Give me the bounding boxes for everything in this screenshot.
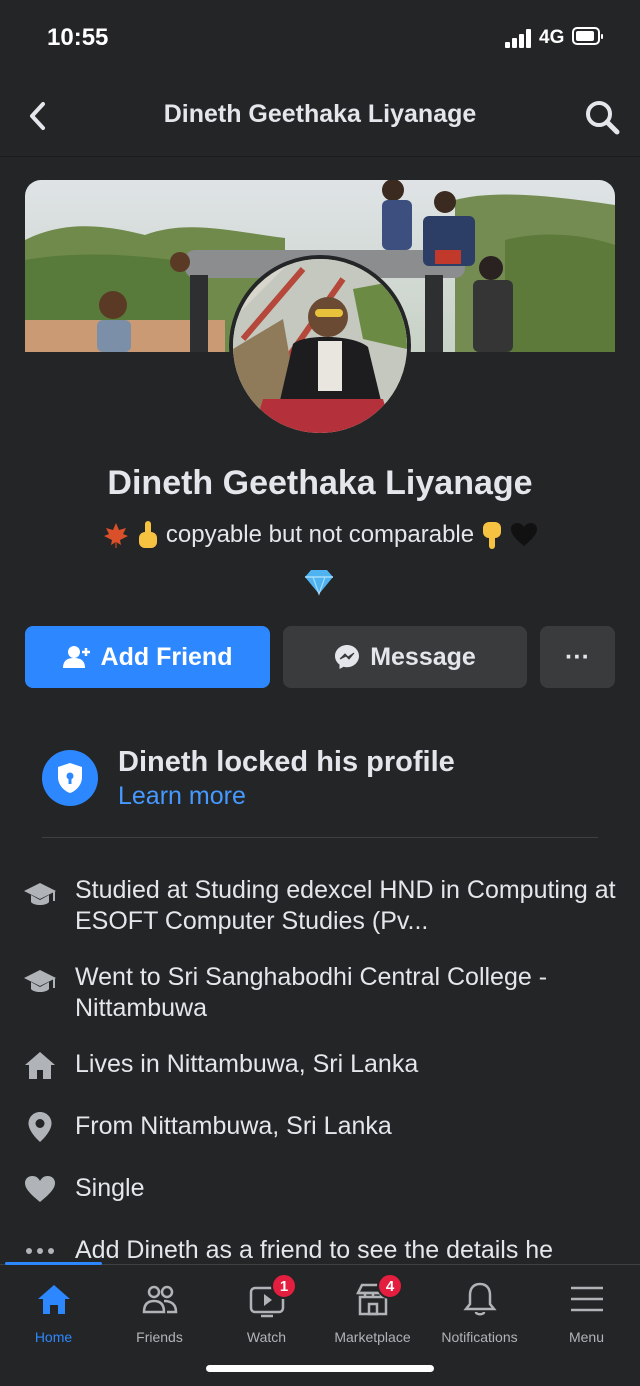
locked-profile-notice: Dineth locked his profile Learn more bbox=[42, 740, 602, 830]
graduation-cap-icon bbox=[22, 877, 58, 913]
info-prefix: From bbox=[75, 1112, 141, 1140]
tab-notifications[interactable]: Notifications bbox=[426, 1265, 533, 1355]
tab-label: Marketplace bbox=[334, 1329, 411, 1345]
search-icon bbox=[586, 101, 620, 135]
profile-bio: copyable but not comparable bbox=[0, 520, 640, 550]
info-value[interactable]: Nittambuwa, Sri Lanka bbox=[140, 1112, 392, 1140]
status-bar: 10:55 4G bbox=[0, 0, 640, 78]
more-options-label: ··· bbox=[565, 642, 590, 671]
heart-icon bbox=[22, 1171, 58, 1207]
top-navigation-bar: Dineth Geethaka Liyanage bbox=[0, 78, 640, 157]
info-item-from: From Nittambuwa, Sri Lanka bbox=[0, 1111, 640, 1142]
info-item-went-to: Went to Sri Sanghabodhi Central College … bbox=[0, 962, 640, 1024]
profile-avatar[interactable] bbox=[229, 255, 411, 437]
black-heart-emoji-icon bbox=[510, 522, 538, 548]
tab-label: Menu bbox=[568, 1329, 605, 1345]
watch-badge: 1 bbox=[271, 1273, 297, 1299]
divider bbox=[42, 837, 598, 838]
tab-label: Notifications bbox=[441, 1329, 518, 1345]
page-title: Dineth Geethaka Liyanage bbox=[163, 100, 477, 128]
search-button[interactable] bbox=[583, 98, 621, 136]
message-button[interactable]: Message bbox=[283, 626, 527, 688]
info-prefix: Went to bbox=[75, 963, 168, 991]
maple-leaf-emoji-icon bbox=[102, 521, 130, 549]
messenger-icon bbox=[335, 645, 360, 669]
tab-friends[interactable]: Friends bbox=[106, 1265, 213, 1355]
house-icon bbox=[22, 1047, 58, 1083]
learn-more-link[interactable]: Learn more bbox=[118, 782, 246, 811]
tab-watch[interactable]: 1 Watch bbox=[213, 1265, 320, 1355]
pointing-down-hand-emoji-icon bbox=[480, 520, 504, 550]
location-pin-icon bbox=[22, 1109, 58, 1145]
profile-name: Dineth Geethaka Liyanage bbox=[107, 464, 533, 502]
info-prefix: Studied at bbox=[75, 876, 195, 904]
info-value: Add Dineth as a friend to see the detail… bbox=[75, 1236, 554, 1264]
home-icon bbox=[37, 1285, 70, 1314]
network-type: 4G bbox=[539, 27, 565, 48]
more-options-button[interactable]: ··· bbox=[540, 626, 615, 688]
add-friend-icon bbox=[62, 646, 90, 668]
home-indicator[interactable] bbox=[206, 1365, 434, 1372]
status-time: 10:55 bbox=[47, 24, 109, 51]
info-value[interactable]: Nittambuwa, Sri Lanka bbox=[167, 1050, 419, 1078]
tab-home[interactable]: Home bbox=[0, 1265, 107, 1355]
add-friend-button[interactable]: Add Friend bbox=[25, 626, 270, 688]
message-label: Message bbox=[370, 642, 476, 671]
add-friend-label: Add Friend bbox=[100, 642, 233, 671]
marketplace-badge: 4 bbox=[377, 1273, 403, 1299]
tab-marketplace[interactable]: 4 Marketplace bbox=[319, 1265, 426, 1355]
signal-strength-icon bbox=[505, 28, 535, 48]
bell-icon bbox=[462, 1282, 497, 1316]
tab-label: Home bbox=[34, 1329, 73, 1345]
info-prefix: Lives in bbox=[75, 1050, 167, 1078]
pointing-up-hand-emoji-icon bbox=[136, 520, 160, 550]
graduation-cap-icon bbox=[22, 964, 58, 1000]
menu-icon bbox=[570, 1286, 603, 1312]
gem-emoji-icon bbox=[303, 568, 335, 596]
info-item-studied: Studied at Studing edexcel HND in Comput… bbox=[0, 875, 640, 937]
friends-icon bbox=[142, 1285, 177, 1314]
tab-menu[interactable]: Menu bbox=[533, 1265, 640, 1355]
battery-icon bbox=[572, 27, 603, 45]
tab-label: Watch bbox=[246, 1329, 287, 1345]
info-item-lives-in: Lives in Nittambuwa, Sri Lanka bbox=[0, 1049, 640, 1080]
bio-text: copyable but not comparable bbox=[165, 521, 475, 548]
info-value: Single bbox=[75, 1174, 145, 1202]
locked-shield-icon bbox=[42, 750, 98, 806]
info-item-relationship: Single bbox=[0, 1173, 640, 1204]
tab-label: Friends bbox=[136, 1329, 183, 1345]
locked-profile-title: Dineth locked his profile bbox=[118, 746, 455, 778]
profile-avatar-image bbox=[233, 259, 407, 433]
